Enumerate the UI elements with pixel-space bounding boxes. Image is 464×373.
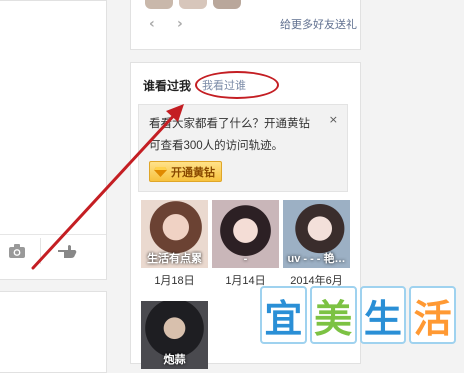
promo-text-line1: 看看大家都看了什么？开通黄钻 (149, 118, 310, 130)
visitor-avatar[interactable]: - (212, 200, 279, 268)
toolbar-divider (40, 238, 41, 264)
friend-avatar[interactable] (213, 0, 241, 9)
friend-avatar[interactable] (145, 0, 173, 9)
diamond-icon (154, 166, 167, 177)
feed-post-card-2 (0, 291, 107, 373)
visitor-name: 生活有点累 (147, 253, 202, 265)
visitor-avatar[interactable]: 生活有点累 (141, 200, 208, 268)
gift-panel: ‹ › 给更多好友送礼 (130, 0, 361, 50)
friend-avatar[interactable] (179, 0, 207, 9)
send-gift-link[interactable]: 给更多好友送礼 (280, 16, 357, 32)
button-label: 开通黄钻 (171, 166, 215, 179)
visitor-avatar[interactable]: 炮蒜 (141, 301, 208, 369)
camera-icon[interactable] (0, 236, 34, 266)
visitor-card[interactable]: 生活有点累 1月18日 (141, 200, 208, 288)
watermark-char: 活 (409, 286, 456, 344)
visitor-avatar[interactable]: uv - - - 艳… (283, 200, 350, 268)
visitor-card[interactable]: - 1月14日 (212, 200, 279, 288)
visitor-card[interactable]: 炮蒜 (141, 301, 208, 369)
open-yellow-diamond-button[interactable]: 开通黄钻 (149, 161, 222, 182)
visitor-name: - (243, 253, 248, 265)
like-hand-icon[interactable] (50, 236, 84, 266)
watermark-logo: 宜 美 生 活 (260, 286, 456, 344)
annotation-ellipse (195, 71, 279, 99)
prev-arrow-icon[interactable]: ‹ (149, 16, 155, 32)
panel-title[interactable]: 谁看过我 (143, 77, 191, 94)
next-arrow-icon[interactable]: › (177, 16, 183, 32)
watermark-char: 美 (309, 286, 357, 344)
promo-text-line2: 可查看300人的访问轨迹。 (149, 140, 284, 152)
watermark-char: 宜 (260, 286, 307, 344)
visitor-card[interactable]: uv - - - 艳… 2014年6月 (283, 200, 350, 288)
visit-date: 1月18日 (154, 275, 195, 287)
watermark-char: 生 (359, 286, 407, 344)
visitor-name: uv - - - 艳… (287, 253, 346, 265)
close-icon[interactable]: × (329, 113, 338, 126)
vip-promo-box: 看看大家都看了什么？开通黄钻 可查看300人的访问轨迹。 × 开通黄钻 (138, 104, 348, 192)
